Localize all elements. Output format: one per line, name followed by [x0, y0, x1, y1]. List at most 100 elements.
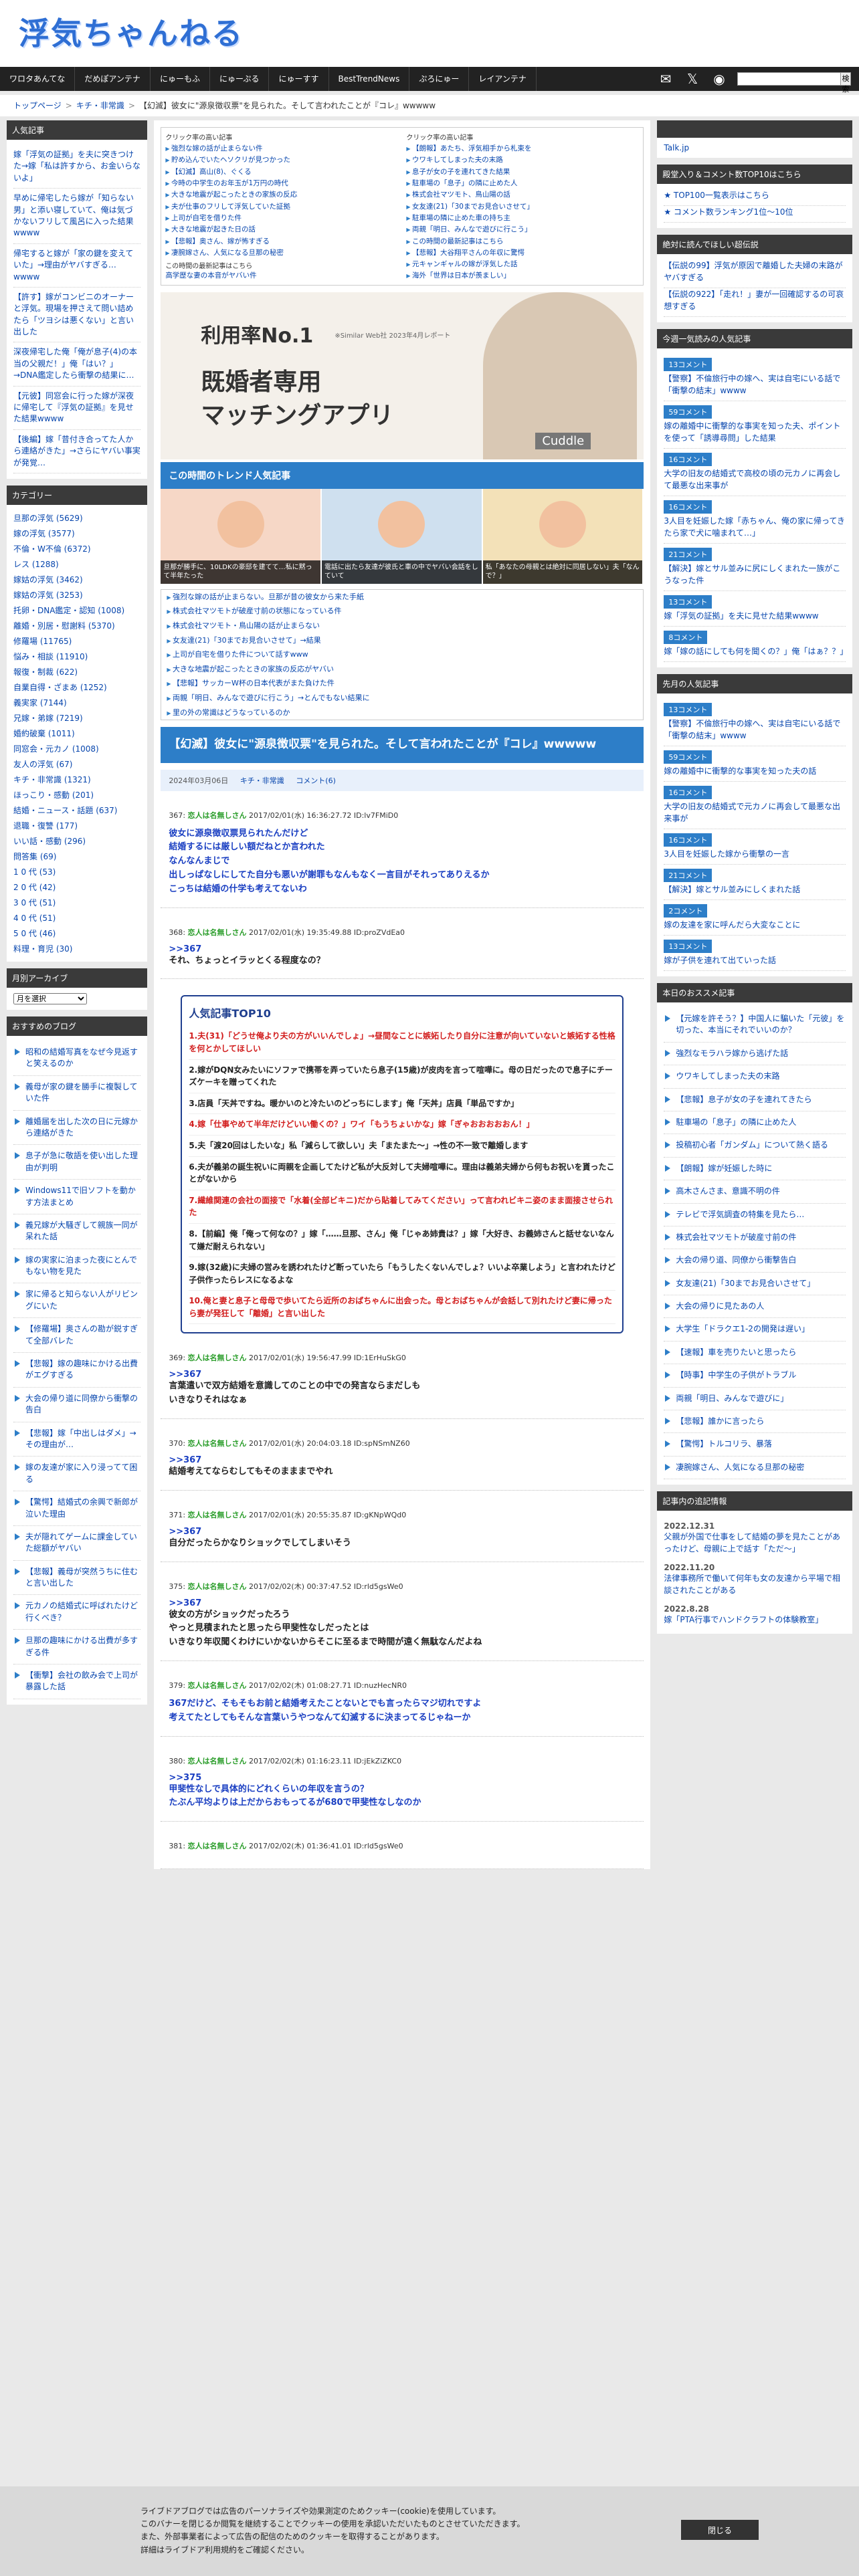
- click-rank-item[interactable]: 大きな地震が起こったときの家族の反応: [165, 189, 398, 201]
- recommend-item[interactable]: 義兄嫁が大騒ぎして親族一同が呆れた話: [13, 1214, 141, 1249]
- left-news-item[interactable]: 深夜帰宅した俺「俺が息子(4)の本当の父親だ！」俺「はい？」→DNA鑑定したら衝…: [13, 342, 141, 387]
- category-item[interactable]: 離婚・別居・慰謝料 (5370): [13, 618, 140, 633]
- top10-item[interactable]: 7.繊維関連の会社の面接で「水着(全部ビキニ)だから貼着してみてください」って言…: [189, 1190, 616, 1224]
- click-rank-item[interactable]: 貯め込んでいたヘソクリが見つかった: [165, 154, 398, 166]
- category-item[interactable]: 同窓会・元カノ (1008): [13, 741, 140, 756]
- category-item[interactable]: 兄嫁・弟嫁 (7219): [13, 710, 140, 726]
- category-item[interactable]: キチ・非常識 (1321): [13, 772, 140, 787]
- click-rank-item[interactable]: 株式会社マツモト、鳥山陽の話: [406, 189, 639, 201]
- category-item[interactable]: 料理・育児 (30): [13, 941, 140, 956]
- ad-banner[interactable]: 利用率No.1 ※Similar Web社 2023年4月レポート 既婚者専用 …: [161, 292, 644, 459]
- ranked-article-link[interactable]: 嫁が子供を連れて出ていった話: [664, 954, 846, 971]
- recommend-item[interactable]: 昭和の結婚写真をなぜ今見返すと笑えるのか: [13, 1041, 141, 1076]
- today-item[interactable]: 大学生「ドラクエ1-2の開発は遅い」: [664, 1318, 846, 1341]
- top10-item[interactable]: 1.夫(31)「どうせ俺より夫の方がいいんでしょ」→昼間なことに嫉妬したり自分に…: [189, 1026, 616, 1060]
- article-comments[interactable]: コメント(6): [296, 776, 336, 785]
- left-news-item[interactable]: 早めに帰宅したら嫁が「知らない男」と添い寝していて、俺は気づかないフリして風呂に…: [13, 189, 141, 244]
- nav-item[interactable]: にゅーすす: [269, 67, 329, 91]
- today-item[interactable]: 高木さんさま、意識不明の件: [664, 1180, 846, 1204]
- article-category[interactable]: キチ・非常識: [240, 776, 284, 785]
- click-rank-item[interactable]: 駐車場の「息子」の隣に止めた人: [406, 178, 639, 189]
- related-item[interactable]: 株式会社マツモトが破産寸前の状態になっている件: [161, 604, 643, 619]
- ranked-article-link[interactable]: 嫁の離婚中に衝撃的な事実を知った夫、ポイントを使って「誘導尋問」した結果: [664, 420, 846, 449]
- breadcrumb-category[interactable]: キチ・非常識: [76, 101, 124, 110]
- category-item[interactable]: 5 0 代 (46): [13, 926, 140, 941]
- ranked-article-link[interactable]: 嫁の離婚中に衝撃的な事実を知った夫の話: [664, 765, 846, 782]
- comment-anchor[interactable]: >>367: [169, 1598, 636, 1608]
- talk-link[interactable]: Talk.jp: [664, 143, 689, 152]
- top10-item[interactable]: 9.嫁(32歳)に夫婦の営みを誘われたけど断っていたら「もうしたくないんでしょ？…: [189, 1257, 616, 1291]
- recommend-item[interactable]: 旦那の趣味にかける出費が多すぎる件: [13, 1630, 141, 1665]
- top10-item[interactable]: 8.【前編】俺「俺って何なの？」嫁「……旦那、さん」俺「じゃあ姉貴は？」嫁「大好…: [189, 1224, 616, 1258]
- recommend-item[interactable]: 家に帰ると知らない人がリビングにいた: [13, 1283, 141, 1319]
- breadcrumb-home[interactable]: トップページ: [13, 101, 62, 110]
- legend-link[interactable]: 【伝説の922】「走れ！」妻が一回確認するの可哀想すぎる: [664, 288, 846, 317]
- ranked-article-link[interactable]: 3人目を妊娠した嫁から衝撃の一言: [664, 848, 846, 865]
- nav-item[interactable]: にゅーもふ: [151, 67, 210, 91]
- today-item[interactable]: ウワキしてしまった夫の末路: [664, 1065, 846, 1089]
- today-item[interactable]: 大会の帰りに見たあの人: [664, 1295, 846, 1319]
- today-item[interactable]: 【朗報】嫁が妊娠した時に: [664, 1158, 846, 1181]
- top10-item[interactable]: 6.夫が義弟の誕生祝いに両親を企画してたけど私が大反対して夫婦喧嘩に。理由は義弟…: [189, 1157, 616, 1190]
- recommend-item[interactable]: 元カノの結婚式に呼ばれたけど行くべき？: [13, 1595, 141, 1630]
- category-item[interactable]: 4 0 代 (51): [13, 910, 140, 926]
- category-item[interactable]: 自業自得・ざまあ (1252): [13, 679, 140, 695]
- ranked-article-link[interactable]: 大学の旧友の結婚式で元カノに再会して最悪な出来事が: [664, 800, 846, 829]
- recommend-item[interactable]: 【修羅場】奥さんの勘が鋭すぎて全部バレた: [13, 1318, 141, 1354]
- category-item[interactable]: 修羅場 (11765): [13, 633, 140, 649]
- today-item[interactable]: 投稿初心者「ガンダム」について熱く語る: [664, 1134, 846, 1158]
- nav-item[interactable]: レイアンテナ: [469, 67, 537, 91]
- recommend-item[interactable]: 【悲報】嫁の趣味にかける出費がエグすぎる: [13, 1353, 141, 1388]
- today-item[interactable]: 凄腕嫁さん、人気になる旦那の秘密: [664, 1457, 846, 1480]
- ranked-article-link[interactable]: 大学の旧友の結婚式で高校の頃の元カノに再会して最悪な出来事が: [664, 467, 846, 496]
- comment-anchor[interactable]: >>367: [169, 1527, 636, 1537]
- ranked-article-link[interactable]: 【解決】嫁とサル並みに尻にしくまれた一族がこうなった件: [664, 562, 846, 591]
- recommend-item[interactable]: Windows11で旧ソフトを動かす方法まとめ: [13, 1180, 141, 1214]
- today-item[interactable]: 【悲報】誰かに言ったら: [664, 1410, 846, 1434]
- category-item[interactable]: 婚約破棄 (1011): [13, 726, 140, 741]
- category-item[interactable]: 不倫・W不倫 (6372): [13, 541, 140, 556]
- related-item[interactable]: 里の外の常識はどうなっているのか: [161, 706, 643, 720]
- left-news-item[interactable]: 嫁「浮気の証拠」を夫に突きつけた→嫁「私は許すから、お金いらないよ」: [13, 145, 141, 189]
- today-item[interactable]: テレビで浮気調査の特集を見たら…: [664, 1204, 846, 1226]
- top10-item[interactable]: 2.嫁がDQN女みたいにソファで携帯を弄っていたら息子(15歳)が皮肉を言って喧…: [189, 1060, 616, 1093]
- recommend-item[interactable]: 大会の帰り道に同僚から衝撃の告白: [13, 1388, 141, 1422]
- click-rank-item[interactable]: 【朗報】あたち、浮気相手から札束を: [406, 143, 639, 154]
- site-logo[interactable]: 浮気ちゃんねる: [19, 5, 840, 62]
- category-item[interactable]: 義実家 (7144): [13, 695, 140, 710]
- left-news-item[interactable]: 【許す】嫁がコンビニのオーナーと浮気。現場を押さえて問い詰めたら「ツヨシは悪くな…: [13, 288, 141, 343]
- click-rank-item[interactable]: 【悲報】奥さん、嫁が怖すぎる: [165, 236, 398, 247]
- comment-anchor[interactable]: >>367: [169, 1370, 636, 1380]
- recommend-item[interactable]: 義母が家の鍵を勝手に複製していた件: [13, 1076, 141, 1111]
- recommend-item[interactable]: 夫が隠れてゲームに課金していた総額がヤバい: [13, 1526, 141, 1561]
- click-rank-item[interactable]: 今時の中学生のお年玉が1万円の時代: [165, 178, 398, 189]
- click-rank-item[interactable]: 女友達(21)「30までお見合いさせて」: [406, 201, 639, 213]
- click-rank-item[interactable]: 息子が女の子を連れてきた結果: [406, 167, 639, 178]
- category-item[interactable]: 2 0 代 (42): [13, 879, 140, 895]
- today-item[interactable]: 女友達(21)「30までお見合いさせて」: [664, 1273, 846, 1296]
- recommend-item[interactable]: 息子が急に敬語を使い出した理由が判明: [13, 1145, 141, 1180]
- search-button[interactable]: 検索: [840, 73, 850, 94]
- comment-anchor[interactable]: >>367: [169, 1455, 636, 1465]
- related-item[interactable]: 女友達(21)「30までお見合いさせて」→結果: [161, 633, 643, 648]
- latest-link[interactable]: この時間の最新記事はこちら: [165, 260, 398, 270]
- related-item[interactable]: 両親「明日、みんなで遊びに行こう」→とんでもない結果に: [161, 691, 643, 706]
- nav-item[interactable]: ワロタあんてな: [0, 67, 76, 91]
- nav-item[interactable]: だめぽアンテナ: [75, 67, 151, 91]
- recommend-item[interactable]: 嫁の友達が家に入り浸ってて困る: [13, 1457, 141, 1492]
- category-item[interactable]: 結婚・ニュース・話題 (637): [13, 802, 140, 818]
- left-news-item[interactable]: 【後編】嫁「昔付き合ってた人から連絡がきた」→さらにヤバい事実が発覚…: [13, 430, 141, 473]
- search-input[interactable]: [738, 73, 840, 85]
- trend-card[interactable]: 旦那が勝手に、10LDKの豪邸を建てて…私に黙って半年たった: [161, 488, 322, 584]
- today-item[interactable]: 【速報】車を売りたいと思ったら: [664, 1341, 846, 1365]
- left-news-item[interactable]: 帰宅すると嫁が「家の鍵を変えていた」→理由がヤバすぎる…wwww: [13, 244, 141, 288]
- click-rank-item[interactable]: この時間の最新記事はこちら: [406, 236, 639, 247]
- cookie-close-button[interactable]: 閉じる: [681, 2520, 759, 2540]
- category-item[interactable]: 問答集 (69): [13, 849, 140, 864]
- note-link[interactable]: 法律事務所で働いて何年も女の友達から平場で相談されたことがある: [664, 1572, 846, 1599]
- trend-card[interactable]: 電話に出たら友達が彼氏と車の中でヤバい会話をしていて: [321, 488, 483, 584]
- top10-item[interactable]: 10.俺と妻と息子と母母で歩いてたら近所のおばちゃんに出会った。母とおばちゃんが…: [189, 1291, 616, 1325]
- ranked-article-link[interactable]: 嫁「浮気の証拠」を夫に見せた結果wwww: [664, 610, 846, 627]
- top10-item[interactable]: 4.嫁「仕事やめて半年だけどいい働くの？」ワイ「もうちょいかな」嫁「ぎゃおおおお…: [189, 1114, 616, 1136]
- today-item[interactable]: 強烈なモラハラ嫁から逃げた話: [664, 1043, 846, 1066]
